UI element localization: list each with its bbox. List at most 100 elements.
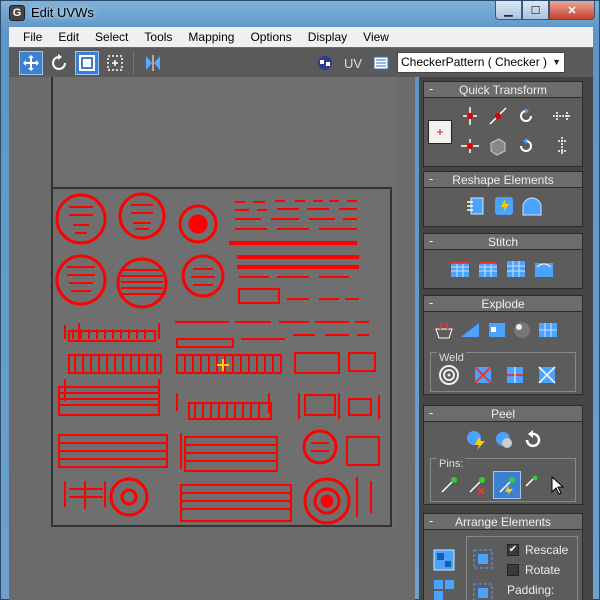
menu-bar: File Edit Select Tools Mapping Options D… [9,27,593,47]
close-icon: ✕ [567,4,577,17]
flatten-by-material-button[interactable] [536,318,560,342]
arrange-elements-header[interactable]: - Arrange Elements [424,514,582,530]
show-map-button[interactable] [313,51,337,75]
align-horizontal-button[interactable] [458,134,482,158]
align-horizontal-icon [461,139,479,153]
grid-icon [539,323,557,337]
rotate-plus-90-button[interactable] [514,134,538,158]
auto-pin-button[interactable] [493,471,521,499]
pin-button[interactable] [437,473,461,497]
peel-mode-button[interactable] [492,428,516,452]
uv-options-button[interactable] [369,51,393,75]
pin-select-button[interactable] [545,473,569,497]
menu-tools[interactable]: Tools [136,27,180,47]
rotate-icon [52,54,66,70]
scale-icon [79,55,95,71]
pack-custom-button[interactable] [471,547,495,571]
pin-mode-button[interactable] [523,473,547,497]
straighten-selection-button[interactable] [464,194,488,218]
pivot-dot-icon: + [436,125,444,139]
straighten-icon [467,197,484,215]
menu-mapping[interactable]: Mapping [180,27,242,47]
stitch-to-target-button[interactable] [448,256,472,280]
flatten-by-polygon-button[interactable] [484,318,508,342]
unpin-button[interactable] [465,473,489,497]
minimize-icon: ▁ [504,4,513,17]
pack-together-button[interactable] [432,578,456,600]
rotate-checkbox[interactable] [507,564,519,576]
menu-view[interactable]: View [355,27,397,47]
checker-sphere-icon [318,56,332,70]
move-tool-button[interactable] [19,51,43,75]
rotate-label: Rotate [525,563,561,577]
texture-dropdown-value: CheckerPattern ( Checker ) [401,55,548,69]
peel-header[interactable]: - Peel [424,406,582,422]
weld-all-button[interactable] [535,363,559,387]
weld-threshold-icon [507,367,523,383]
rotate-cw-icon [520,138,532,152]
weld-threshold-button[interactable] [503,363,527,387]
pack-normalize-button[interactable] [432,548,456,572]
uv-islands[interactable] [9,77,415,600]
arrange-options-group: ✔ Rescale Rotate Padding: [466,536,578,600]
align-diagonal-button[interactable] [486,104,510,128]
quick-peel-button[interactable] [520,194,544,218]
stitch-header[interactable]: - Stitch [424,234,582,250]
break-button[interactable] [432,318,456,342]
rescale-label: Rescale [525,543,569,557]
align-to-edge-button[interactable] [458,104,482,128]
target-icon [439,365,459,385]
peel-section: - Peel Pins: [423,405,583,505]
reshape-elements-header[interactable]: - Reshape Elements [424,172,582,188]
rotate-tool-button[interactable] [47,51,71,75]
rotate-minus-90-button[interactable] [514,104,538,128]
quick-transform-header[interactable]: - Quick Transform [424,82,582,98]
quick-peel-action-button[interactable] [464,428,488,452]
space-horizontal-button[interactable] [550,104,574,128]
detach-edge-verts-button[interactable] [458,318,482,342]
rotate-checkbox-row[interactable]: Rotate [507,563,560,577]
app-icon: G [9,5,25,21]
space-vertical-button[interactable] [550,134,574,158]
menu-file[interactable]: File [15,27,50,47]
menu-edit[interactable]: Edit [50,27,87,47]
title-bar[interactable]: G Edit UVWs ▁ ☐ ✕ [1,1,600,25]
stitch-section: - Stitch [423,233,583,289]
freeform-tool-button[interactable] [103,51,127,75]
close-button[interactable]: ✕ [549,1,595,20]
space-horizontal-icon [553,112,571,120]
menu-display[interactable]: Display [300,27,355,47]
minimize-button[interactable]: ▁ [495,1,522,20]
rescale-checkbox[interactable]: ✔ [507,544,519,556]
freeform-icon [107,55,123,71]
explode-section: - Explode Weld [423,295,583,395]
explode-header[interactable]: - Explode [424,296,582,312]
uv-label: UV [344,56,363,71]
stitch-custom-button[interactable] [532,256,556,280]
weld-selected-button[interactable] [471,363,495,387]
stitch-average-button[interactable] [504,256,528,280]
rescale-checkbox-row[interactable]: ✔ Rescale [507,543,568,557]
menu-options[interactable]: Options [242,27,299,47]
quick-transform-title: Quick Transform [458,83,548,97]
maximize-button[interactable]: ☐ [522,1,549,20]
pin-icon [441,477,457,493]
flatten-by-smoothing-button[interactable] [510,318,534,342]
align-vertical-icon [463,107,477,125]
relax-button[interactable] [492,194,516,218]
weld-selected-icon [474,366,492,384]
padding-label: Padding: [507,583,555,597]
scale-tool-button[interactable] [75,51,99,75]
menu-select[interactable]: Select [87,27,136,47]
pack-custom-2-button[interactable] [471,581,495,600]
weld-target-button[interactable] [437,363,461,387]
texture-dropdown[interactable]: CheckerPattern ( Checker ) ▼ [397,52,565,73]
set-pivot-button[interactable]: + [428,120,452,144]
reshape-elements-section: - Reshape Elements [423,171,583,227]
straighten-button[interactable] [486,134,510,158]
stitch-to-source-button[interactable] [476,256,500,280]
detach-icon [461,323,479,337]
mirror-tool-button[interactable] [141,51,165,75]
uv-viewport[interactable] [9,77,415,600]
reset-peel-button[interactable] [520,428,544,452]
